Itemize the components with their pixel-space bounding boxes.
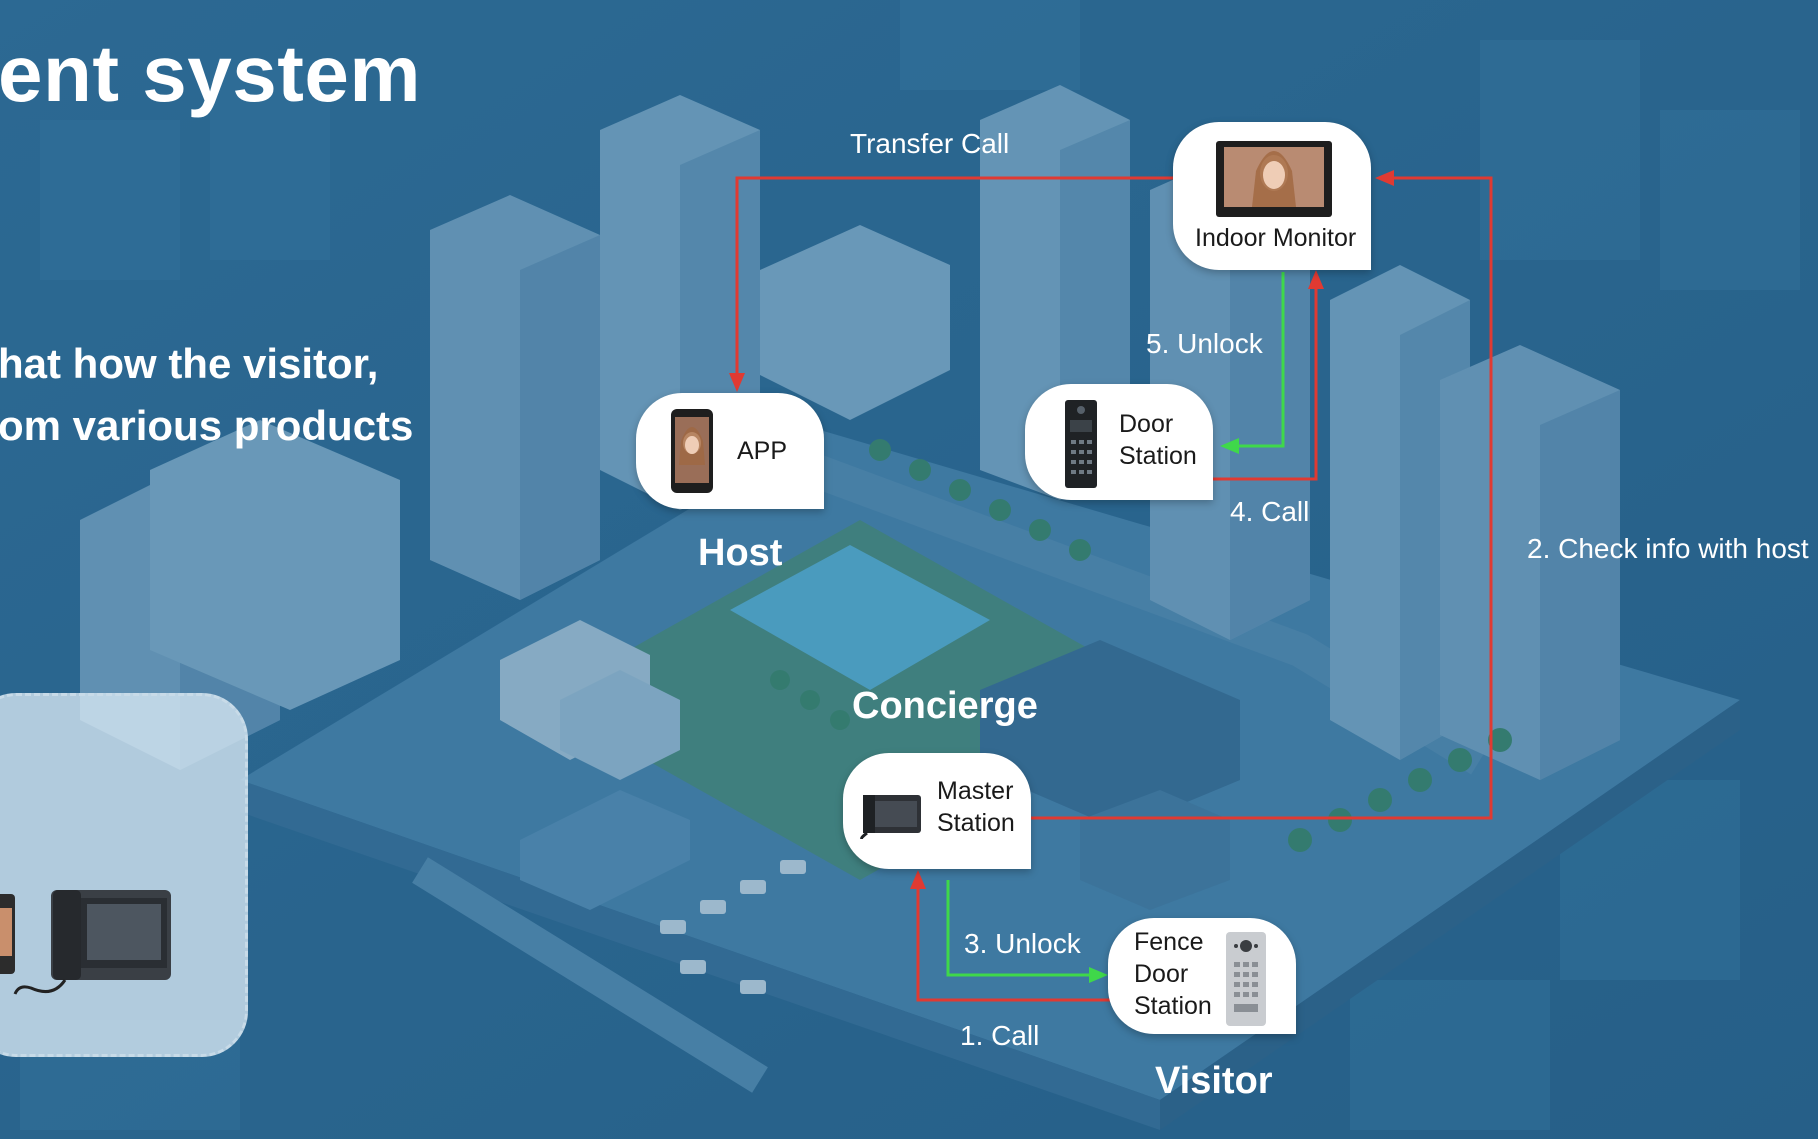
check-info-step-2-label: 2. Check info with host: [1527, 533, 1809, 564]
indoor-monitor-products-image: [0, 890, 171, 995]
door-station-label-line-2: Station: [1119, 442, 1197, 470]
visitor-label: Visitor: [1155, 1060, 1273, 1102]
unlock-step-3-label: 3. Unlock: [964, 928, 1081, 959]
subtitle-line-2: om various products: [0, 402, 414, 449]
indoor-monitor-icon: [1216, 141, 1332, 217]
door-station-label-line-1: Door: [1119, 410, 1174, 438]
smartphone-icon: [671, 409, 713, 493]
fence-door-station-label-line-1: Fence: [1134, 928, 1204, 956]
page-title: ent system: [0, 29, 421, 118]
app-node: APP: [636, 393, 824, 509]
call-step-1-label: 1. Call: [960, 1020, 1040, 1051]
fence-door-station-node: Fence Door Station: [1108, 918, 1296, 1034]
fence-door-station-label-line-2: Door: [1134, 960, 1189, 988]
host-label: Host: [698, 532, 783, 574]
fence-door-station-label-line-3: Station: [1134, 992, 1212, 1020]
concierge-label: Concierge: [852, 685, 1038, 727]
transfer-call-label: Transfer Call: [850, 128, 1010, 159]
city-scene-illustration: [0, 0, 1818, 1139]
master-station-icon: [860, 795, 921, 839]
indoor-monitor-node: Indoor Monitor: [1173, 122, 1371, 270]
product-showcase-box: [0, 693, 248, 1057]
indoor-monitor-label: Indoor Monitor: [1195, 224, 1357, 252]
fence-door-station-icon: [1226, 932, 1266, 1026]
call-step-4-label: 4. Call: [1230, 496, 1310, 527]
subtitle-line-1: hat how the visitor,: [0, 340, 379, 387]
app-label: APP: [737, 437, 788, 465]
master-station-node: Master Station: [843, 753, 1031, 869]
door-station-node: Door Station: [1025, 384, 1213, 500]
unlock-step-5-label: 5. Unlock: [1146, 328, 1263, 359]
master-station-label-line-2: Station: [937, 809, 1015, 837]
master-station-label-line-1: Master: [937, 777, 1014, 805]
door-station-icon: [1065, 400, 1097, 488]
